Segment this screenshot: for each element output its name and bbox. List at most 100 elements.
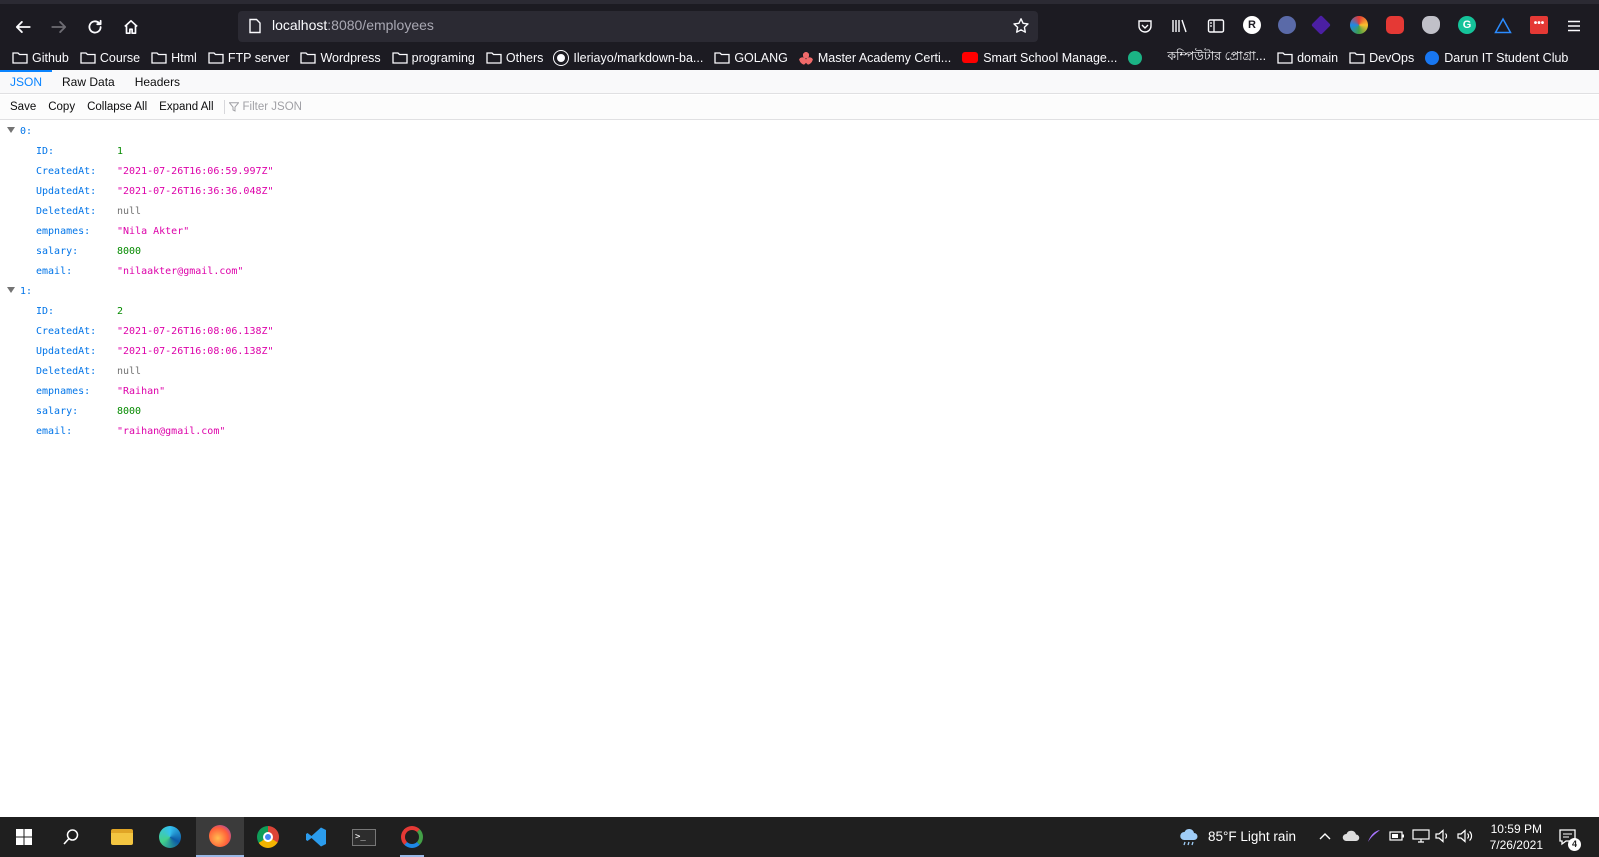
diamond-extension-icon[interactable] xyxy=(1311,15,1331,35)
notification-count-badge: 4 xyxy=(1568,838,1581,851)
json-field-row[interactable]: email: "nilaakter@gmail.com" xyxy=(0,261,1599,281)
bookmark-item[interactable]: Html xyxy=(151,51,197,65)
json-field-row[interactable]: CreatedAt: "2021-07-26T16:06:59.997Z" xyxy=(0,161,1599,181)
chevron-up-icon[interactable] xyxy=(1319,831,1331,841)
onedrive-icon[interactable] xyxy=(1342,830,1360,842)
tab-json[interactable]: JSON xyxy=(0,70,53,94)
json-value: 8000 xyxy=(117,405,142,417)
grammarly-icon[interactable]: G xyxy=(1458,16,1476,34)
file-explorer-icon[interactable] xyxy=(98,817,146,857)
terminal-icon[interactable]: >_ xyxy=(340,817,388,857)
windows-start-icon[interactable] xyxy=(16,829,32,845)
bookmark-label: কম্পিউটার প্রোগ্রা... xyxy=(1167,48,1267,63)
json-field-row[interactable]: UpdatedAt: "2021-07-26T16:08:06.138Z" xyxy=(0,341,1599,361)
arrow-left-icon xyxy=(15,21,31,33)
app-icon[interactable] xyxy=(388,817,436,857)
colorful-extension-icon[interactable] xyxy=(1350,16,1368,34)
filter-json-input[interactable]: Filter JSON xyxy=(228,101,302,113)
json-index: 0: xyxy=(20,125,33,137)
bookmark-item[interactable]: Ileriayo/markdown-ba... xyxy=(554,50,703,65)
json-field-row[interactable]: CreatedAt: "2021-07-26T16:08:06.138Z" xyxy=(0,321,1599,341)
star-icon[interactable] xyxy=(1012,17,1030,35)
feather-icon[interactable] xyxy=(1366,828,1382,844)
json-value: 8000 xyxy=(117,245,142,257)
tab-raw-data[interactable]: Raw Data xyxy=(52,70,125,94)
folder-icon xyxy=(80,52,96,64)
cloud-extension-icon[interactable] xyxy=(1422,16,1440,34)
json-field-row[interactable]: email: "raihan@gmail.com" xyxy=(0,421,1599,441)
back-button[interactable] xyxy=(8,12,38,42)
json-field-row[interactable]: DeletedAt: null xyxy=(0,361,1599,381)
json-key: UpdatedAt: xyxy=(36,345,97,357)
triangle-extension-icon[interactable] xyxy=(1494,17,1512,35)
lastpass-icon[interactable]: ••• xyxy=(1530,16,1548,34)
bookmark-item[interactable]: কম্পিউটার প্রোগ্রা... xyxy=(1167,48,1266,68)
vscode-icon[interactable] xyxy=(292,817,340,857)
reload-button[interactable] xyxy=(80,12,110,42)
filter-icon xyxy=(228,102,239,112)
bookmark-item[interactable]: GOLANG xyxy=(714,51,788,65)
forward-button[interactable] xyxy=(44,12,74,42)
adblock-extension-icon[interactable] xyxy=(1386,16,1404,34)
weather-cloud-rain-icon xyxy=(1180,828,1198,846)
json-value: "2021-07-26T16:08:06.138Z" xyxy=(117,325,274,337)
network-icon[interactable] xyxy=(1412,829,1430,843)
battery-icon[interactable] xyxy=(1389,830,1405,842)
bookmark-label: FTP server xyxy=(227,50,290,65)
copy-button[interactable]: Copy xyxy=(42,101,81,113)
url-bar[interactable]: localhost:8080/employees xyxy=(238,11,1038,42)
json-field-row[interactable]: UpdatedAt: "2021-07-26T16:36:36.048Z" xyxy=(0,181,1599,201)
bookmark-item[interactable]: Course xyxy=(80,51,140,65)
bookmark-item[interactable]: domain xyxy=(1277,51,1338,65)
pocket-icon[interactable] xyxy=(1137,18,1153,34)
cursor-extension-icon[interactable] xyxy=(1278,16,1296,34)
json-field-row[interactable]: ID: 2 xyxy=(0,301,1599,321)
json-field-row[interactable]: salary: 8000 xyxy=(0,401,1599,421)
bookmark-item[interactable]: FTP server xyxy=(208,50,290,65)
library-icon[interactable] xyxy=(1171,18,1189,34)
json-key: email: xyxy=(36,425,73,437)
arrow-right-icon xyxy=(51,21,67,33)
bookmark-label: Others xyxy=(505,50,544,65)
speaker-secondary-icon[interactable] xyxy=(1457,829,1473,843)
r-extension-icon[interactable]: R xyxy=(1243,16,1261,34)
collapse-all-button[interactable]: Collapse All xyxy=(81,101,153,113)
weather-text[interactable]: 85°F Light rain xyxy=(1208,829,1296,844)
home-button[interactable] xyxy=(116,12,146,42)
expand-triangle-icon[interactable] xyxy=(7,127,15,133)
bookmark-item[interactable]: Github xyxy=(12,51,69,65)
json-object-row[interactable]: 0: xyxy=(0,121,1599,141)
bookmark-item[interactable]: programing xyxy=(392,51,475,65)
json-field-row[interactable]: salary: 8000 xyxy=(0,241,1599,261)
folder-icon xyxy=(151,52,167,64)
bookmark-item[interactable]: Wordpress xyxy=(300,51,381,65)
bookmark-item[interactable]: Smart School Manage... xyxy=(962,51,1117,65)
bookmark-item[interactable]: Darun IT Student Club xyxy=(1425,50,1568,65)
expand-triangle-icon[interactable] xyxy=(7,287,15,293)
json-field-row[interactable]: empnames: "Nila Akter" xyxy=(0,221,1599,241)
bookmark-label: Master Academy Certi... xyxy=(817,50,952,65)
search-icon[interactable] xyxy=(62,828,80,846)
bookmark-item[interactable]: Master Academy Certi... xyxy=(798,50,952,65)
folder-icon xyxy=(1349,52,1365,64)
bookmark-item[interactable]: Others xyxy=(486,50,544,65)
bookmark-item[interactable]: DevOps xyxy=(1349,51,1414,65)
json-object-row[interactable]: 1: xyxy=(0,281,1599,301)
edge-icon[interactable] xyxy=(146,817,194,857)
bookmark-label: GOLANG xyxy=(734,50,788,65)
speaker-icon[interactable] xyxy=(1435,829,1451,843)
system-clock[interactable]: 10:59 PM 7/26/2021 xyxy=(1490,821,1543,853)
expand-all-button[interactable]: Expand All xyxy=(153,101,219,113)
tab-headers[interactable]: Headers xyxy=(125,70,190,94)
chrome-icon[interactable] xyxy=(244,817,292,857)
youtube-icon xyxy=(962,52,979,63)
firefox-icon[interactable] xyxy=(196,817,244,857)
save-button[interactable]: Save xyxy=(4,101,42,113)
json-field-row[interactable]: DeletedAt: null xyxy=(0,201,1599,221)
bookmark-item[interactable] xyxy=(1128,50,1156,65)
sidebar-icon[interactable] xyxy=(1207,18,1225,34)
json-field-row[interactable]: ID: 1 xyxy=(0,141,1599,161)
json-field-row[interactable]: empnames: "Raihan" xyxy=(0,381,1599,401)
folder-icon xyxy=(714,52,730,64)
menu-icon[interactable] xyxy=(1566,18,1582,34)
